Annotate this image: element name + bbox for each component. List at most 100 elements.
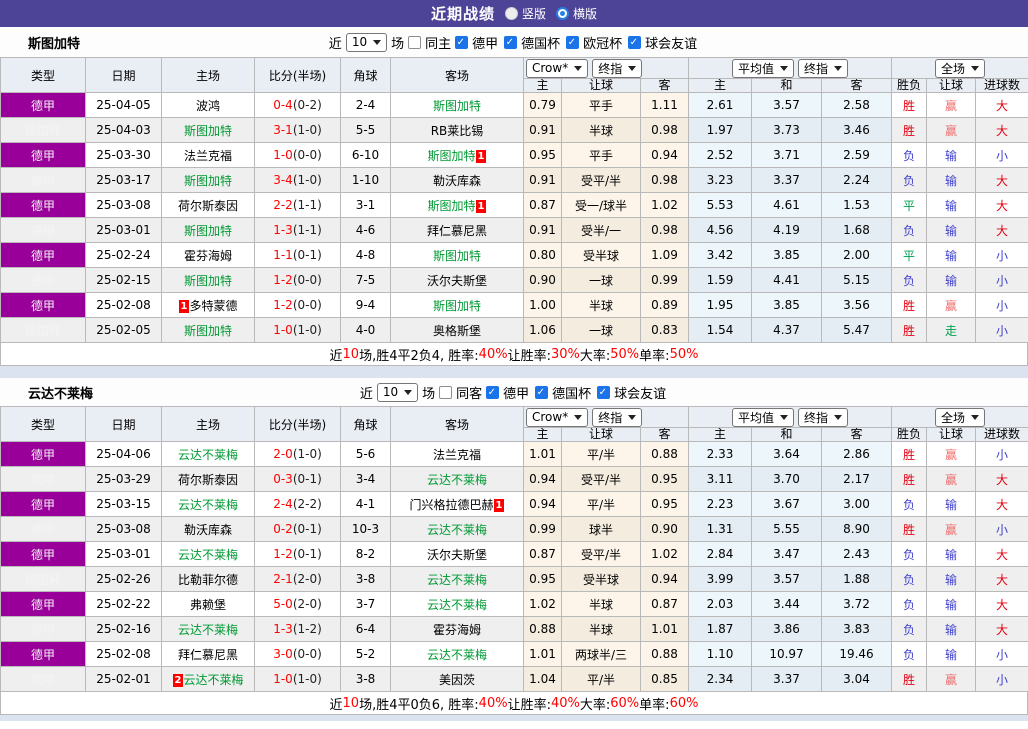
result-handicap: 输 xyxy=(926,591,977,617)
home-team-cell: 荷尔斯泰因 xyxy=(161,466,255,492)
result-outcome: 胜 xyxy=(891,666,928,692)
bookmaker-select[interactable]: Crow* xyxy=(526,58,589,78)
layout-radio-horizontal[interactable]: 横版 xyxy=(556,5,597,22)
subcol-eu-draw: 和 xyxy=(751,78,823,93)
summary-text: 60% xyxy=(610,695,640,711)
score-cell: 1-2(0-0) xyxy=(254,292,341,318)
final-average-select[interactable]: 终指 xyxy=(798,407,849,427)
half-score-text: (1-2) xyxy=(292,622,322,636)
final-odds-select[interactable]: 终指 xyxy=(592,407,643,427)
result-outcome: 负 xyxy=(891,641,928,667)
league-checkbox-label: 德甲 xyxy=(472,36,499,52)
asian-handicap-line: 受平/半 xyxy=(561,167,641,193)
date-cell: 25-02-15 xyxy=(85,267,162,293)
league-checkbox-label: 德国杯 xyxy=(521,36,561,52)
layout-radio-vertical[interactable]: 竖版 xyxy=(504,5,546,22)
average-select[interactable]: 平均值 xyxy=(732,58,795,78)
match-row: 德甲 25-03-30 法兰克福 1-0(0-0) 6-10 斯图加特 1 0.95 平手 0.9… xyxy=(0,142,1028,168)
half-score-text: (0-1) xyxy=(292,472,322,486)
result-outcome: 平 xyxy=(891,242,928,268)
summary-text: 50% xyxy=(610,346,640,362)
corners-cell: 1-10 xyxy=(340,167,391,193)
asian-away-odds: 0.98 xyxy=(639,217,690,243)
result-handicap: 赢 xyxy=(926,466,977,492)
subcol-ah-away: 客 xyxy=(639,427,690,442)
league-checkbox-label: 德国杯 xyxy=(552,386,592,402)
league-checkbox[interactable] xyxy=(504,35,518,49)
summary-text: 场,胜4平0负6, 胜率: xyxy=(359,697,479,713)
bookmaker-select[interactable]: Crow* xyxy=(526,407,589,427)
league-cell: 德甲 xyxy=(0,217,86,243)
euro-away-odds: 3.83 xyxy=(821,616,893,642)
league-checkbox[interactable] xyxy=(535,385,549,399)
euro-home-odds: 1.59 xyxy=(688,267,753,293)
summary-text: 让胜率: xyxy=(507,697,551,713)
match-row: 德甲 25-03-15 云达不莱梅 2-4(2-2) 4-1 门兴格拉德巴赫 1 0.94 平/… xyxy=(0,491,1028,517)
league-checkbox[interactable] xyxy=(566,35,580,49)
result-group: 全场 xyxy=(891,406,1028,428)
summary-text: 40% xyxy=(550,695,580,711)
final-odds-select[interactable]: 终指 xyxy=(592,58,643,78)
title-bar: 近期战绩 竖版 横版 xyxy=(0,0,1028,27)
result-outcome: 负 xyxy=(891,591,928,617)
score-cell: 1-1(0-1) xyxy=(254,242,341,268)
league-filters: 德甲 德国杯 球会友谊 xyxy=(486,383,668,402)
col-corners: 角球 xyxy=(340,57,391,93)
team-label: 勒沃库森 xyxy=(432,173,481,188)
half-score-text: (0-0) xyxy=(292,148,322,162)
asian-away-odds: 0.89 xyxy=(639,292,690,318)
near-label: 近 xyxy=(359,386,373,402)
team-label: 门兴格拉德巴赫 xyxy=(409,497,494,512)
result-goals: 大 xyxy=(975,566,1028,592)
league-checkbox[interactable] xyxy=(597,385,611,399)
asian-handicap-line: 受半球 xyxy=(561,566,641,592)
asian-away-odds: 0.88 xyxy=(639,641,690,667)
league-checkbox[interactable] xyxy=(628,35,642,49)
score-cell: 1-0(1-0) xyxy=(254,666,341,692)
date-cell: 25-03-01 xyxy=(85,217,162,243)
date-cell: 25-02-05 xyxy=(85,317,162,343)
date-cell: 25-02-16 xyxy=(85,616,162,642)
away-team-cell: 斯图加特 xyxy=(390,292,524,318)
asian-away-odds: 0.94 xyxy=(639,566,690,592)
result-goals: 小 xyxy=(975,666,1028,692)
same-venue-label: 同客 xyxy=(456,386,483,402)
league-checkbox[interactable] xyxy=(486,385,500,399)
asian-handicap-line: 受一/球半 xyxy=(561,192,641,218)
date-cell: 25-03-08 xyxy=(85,192,162,218)
scope-select[interactable]: 全场 xyxy=(935,407,986,427)
full-score-text: 5-0 xyxy=(273,597,293,611)
final-average-select[interactable]: 终指 xyxy=(798,58,849,78)
result-outcome: 胜 xyxy=(891,466,928,492)
half-score-text: (2-0) xyxy=(292,597,322,611)
match-count-select[interactable]: 10 xyxy=(345,32,388,52)
scope-select[interactable]: 全场 xyxy=(935,58,986,78)
home-team-cell: 勒沃库森 xyxy=(161,516,255,542)
match-count-select[interactable]: 10 xyxy=(376,382,419,402)
league-cell: 德甲 xyxy=(0,616,86,642)
away-team-cell: 斯图加特 1 xyxy=(390,192,524,218)
half-score-text: (0-0) xyxy=(292,273,322,287)
league-checkbox[interactable] xyxy=(455,35,469,49)
subcol-eu-away: 客 xyxy=(821,78,893,93)
date-cell: 25-03-08 xyxy=(85,516,162,542)
subcol-ah-home: 主 xyxy=(523,78,562,93)
result-handicap: 输 xyxy=(926,192,977,218)
average-select[interactable]: 平均值 xyxy=(732,407,795,427)
half-score-text: (2-0) xyxy=(292,572,322,586)
date-cell: 25-02-24 xyxy=(85,242,162,268)
asian-away-odds: 1.11 xyxy=(639,92,690,118)
asian-handicap-line: 平手 xyxy=(561,92,641,118)
asian-handicap-line: 平手 xyxy=(561,142,641,168)
corners-cell: 4-6 xyxy=(340,217,391,243)
summary-text: 10 xyxy=(342,346,360,362)
radio-icon[interactable] xyxy=(504,7,518,20)
same-venue-checkbox[interactable] xyxy=(439,385,453,399)
radio-checked-icon[interactable] xyxy=(556,7,569,20)
chevron-down-icon xyxy=(780,414,789,420)
date-cell: 25-02-22 xyxy=(85,591,162,617)
same-venue-checkbox[interactable] xyxy=(408,35,422,49)
team-label: 斯图加特 xyxy=(183,123,232,138)
league-cell: 德甲 xyxy=(0,491,86,517)
league-cell: 德甲 xyxy=(0,516,86,542)
